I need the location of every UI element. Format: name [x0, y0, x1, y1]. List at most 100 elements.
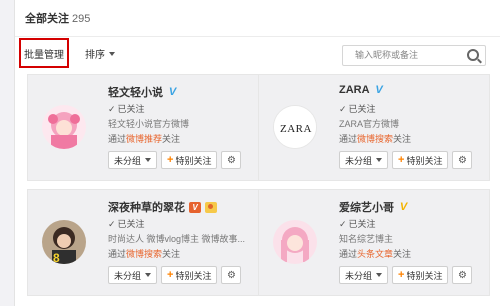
special-follow-button[interactable]: + 特别关注	[392, 266, 449, 284]
gear-icon: ⚙	[226, 269, 236, 281]
plus-icon: +	[398, 269, 405, 281]
plus-icon: +	[167, 154, 174, 166]
chevron-down-icon	[109, 51, 115, 56]
user-description: 轻文轻小说官方微博	[108, 119, 190, 129]
settings-button[interactable]: ⚙	[221, 151, 242, 169]
follow-source: 通过头条文章关注	[339, 247, 411, 260]
chevron-down-icon	[145, 273, 152, 277]
source-prefix: 通过	[108, 134, 127, 144]
follow-status-text: 已关注	[117, 104, 145, 114]
source-suffix: 关注	[393, 249, 412, 259]
verified-icon: V	[168, 86, 177, 98]
special-follow-button[interactable]: + 特别关注	[161, 151, 218, 169]
user-name[interactable]: 深夜种草的翠花 V	[108, 199, 217, 215]
user-name[interactable]: ZARA V	[339, 84, 385, 96]
gear-icon: ⚙	[226, 154, 236, 166]
check-icon: ✓	[108, 219, 116, 229]
settings-button[interactable]: ⚙	[452, 266, 473, 284]
card-actions: 未分组 + 特别关注 ⚙	[339, 266, 473, 284]
settings-button[interactable]: ⚙	[452, 151, 473, 169]
user-name-text[interactable]: 轻文轻小说	[108, 84, 163, 100]
zara-logo-text: ZARA	[280, 123, 312, 135]
group-label: 未分组	[345, 270, 373, 281]
follow-status: ✓ 已关注	[108, 217, 145, 230]
check-icon: ✓	[339, 104, 347, 114]
chevron-down-icon	[376, 273, 383, 277]
special-follow-label: 特别关注	[406, 155, 443, 166]
follow-card: ZARA ZARA V ✓ 已关注 ZARA官方微博 通过微博搜索关注 未分组 +…	[258, 74, 490, 181]
avatar[interactable]	[273, 220, 317, 264]
follow-status-text: 已关注	[117, 219, 145, 229]
group-dropdown[interactable]: 未分组	[108, 151, 158, 169]
source-link[interactable]: 微博搜索	[126, 249, 162, 259]
avatar[interactable]	[42, 105, 86, 149]
follow-list-panel: 全部关注 295 批量管理 排序 输入昵称或备注 轻文轻小说 V ✓ 已关注 轻文轻…	[14, 0, 500, 306]
user-name[interactable]: 轻文轻小说 V	[108, 84, 178, 100]
plus-icon: +	[398, 154, 405, 166]
group-dropdown[interactable]: 未分组	[108, 266, 158, 284]
source-link[interactable]: 微博搜索	[357, 134, 393, 144]
gear-icon: ⚙	[457, 269, 467, 281]
source-prefix: 通过	[339, 134, 358, 144]
sort-dropdown[interactable]: 排序	[85, 46, 115, 61]
check-icon: ✓	[339, 219, 347, 229]
follow-source: 通过微博搜索关注	[339, 132, 411, 145]
check-icon: ✓	[108, 104, 116, 114]
search-icon[interactable]	[467, 49, 479, 61]
card-actions: 未分组 + 特别关注 ⚙	[108, 266, 242, 284]
follow-source: 通过微博搜索关注	[108, 247, 180, 260]
special-follow-label: 特别关注	[175, 155, 212, 166]
batch-manage-button[interactable]: 批量管理	[19, 38, 69, 68]
chevron-down-icon	[145, 158, 152, 162]
source-suffix: 关注	[162, 134, 181, 144]
chevron-down-icon	[376, 158, 383, 162]
follow-card: 轻文轻小说 V ✓ 已关注 轻文轻小说官方微博 通过微博推荐关注 未分组 + 特别关…	[27, 74, 259, 181]
follow-source: 通过微博推荐关注	[108, 132, 180, 145]
source-prefix: 通过	[108, 249, 127, 259]
user-description: ZARA官方微博	[339, 119, 400, 129]
group-dropdown[interactable]: 未分组	[339, 151, 389, 169]
user-description: 时尚达人 微博vlog博主 微博故事...	[108, 234, 246, 244]
sort-label: 排序	[85, 50, 105, 61]
source-link[interactable]: 微博推荐	[126, 134, 162, 144]
avatar[interactable]: ZARA	[273, 105, 317, 149]
follow-card: 8 深夜种草的翠花 V ✓ 已关注 时尚达人 微博vlog博主 微博故事... 通…	[27, 189, 259, 296]
follow-status-text: 已关注	[348, 219, 376, 229]
follow-status: ✓ 已关注	[108, 102, 145, 115]
user-name[interactable]: 爱综艺小哥 V	[339, 199, 409, 215]
user-name-text[interactable]: 深夜种草的翠花	[108, 199, 185, 215]
group-label: 未分组	[114, 155, 142, 166]
avatar[interactable]: 8	[42, 220, 86, 264]
crown-icon	[205, 201, 217, 213]
special-follow-button[interactable]: + 特别关注	[392, 151, 449, 169]
follow-status: ✓ 已关注	[339, 102, 376, 115]
special-follow-label: 特别关注	[406, 270, 443, 281]
divider	[15, 36, 500, 37]
group-dropdown[interactable]: 未分组	[339, 266, 389, 284]
search-placeholder: 输入昵称或备注	[355, 50, 419, 60]
vip-level-icon: V	[189, 201, 201, 213]
gear-icon: ⚙	[457, 154, 467, 166]
source-suffix: 关注	[393, 134, 412, 144]
page-title: 全部关注 295	[25, 10, 90, 26]
svg-text:8: 8	[53, 251, 60, 264]
settings-button[interactable]: ⚙	[221, 266, 242, 284]
verified-icon: V	[375, 84, 383, 96]
card-actions: 未分组 + 特别关注 ⚙	[339, 151, 473, 169]
source-suffix: 关注	[162, 249, 181, 259]
plus-icon: +	[167, 269, 174, 281]
card-actions: 未分组 + 特别关注 ⚙	[108, 151, 242, 169]
page-title-text: 全部关注	[25, 13, 69, 25]
user-description: 知名综艺博主	[339, 234, 394, 244]
search-input[interactable]: 输入昵称或备注	[342, 45, 486, 66]
special-follow-label: 特别关注	[175, 270, 212, 281]
follow-status: ✓ 已关注	[339, 217, 376, 230]
follow-card: 爱综艺小哥 V ✓ 已关注 知名综艺博主 通过头条文章关注 未分组 + 特别关注 ⚙	[258, 189, 490, 296]
special-follow-button[interactable]: + 特别关注	[161, 266, 218, 284]
user-name-text[interactable]: ZARA	[339, 84, 370, 96]
group-label: 未分组	[114, 270, 142, 281]
user-name-text[interactable]: 爱综艺小哥	[339, 199, 394, 215]
source-link[interactable]: 头条文章	[357, 249, 393, 259]
verified-icon: V	[399, 201, 408, 213]
group-label: 未分组	[345, 155, 373, 166]
